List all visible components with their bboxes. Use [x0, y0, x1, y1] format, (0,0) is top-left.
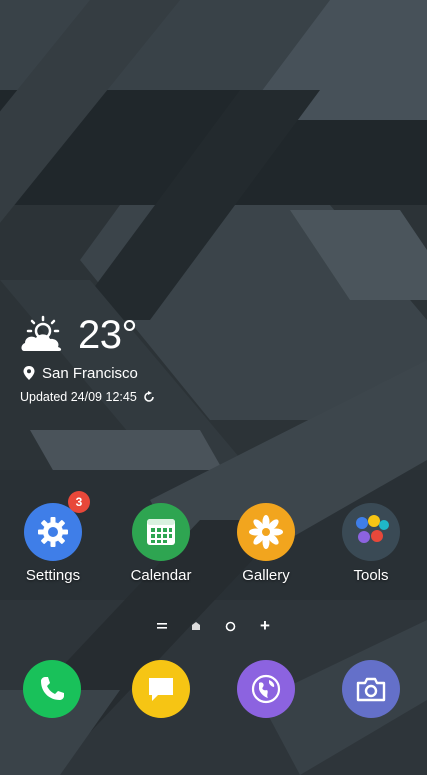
page-dot-icon[interactable] [225, 621, 236, 632]
calendar-app[interactable]: Calendar [116, 503, 206, 584]
camera-body-icon [356, 677, 386, 702]
settings-icon[interactable]: 3 [24, 491, 90, 561]
handset-icon [41, 677, 64, 700]
chat-bubble-icon [149, 678, 173, 701]
globe-icon [251, 674, 281, 704]
messages-icon[interactable] [132, 660, 190, 718]
gallery-app[interactable]: Gallery [221, 503, 311, 584]
location-name: San Francisco [42, 364, 138, 382]
gear-icon [38, 517, 68, 547]
phone-app[interactable] [7, 660, 97, 718]
internet-app[interactable] [221, 660, 311, 718]
internet-icon[interactable] [237, 660, 295, 718]
calendar-grid-icon [147, 519, 175, 545]
calendar-icon[interactable] [132, 503, 190, 561]
tools-folder-icon[interactable] [342, 503, 400, 561]
gallery-label: Gallery [242, 567, 290, 584]
gallery-icon[interactable] [237, 503, 295, 561]
tools-label: Tools [353, 567, 389, 584]
messages-app[interactable] [116, 660, 206, 718]
app-folder-icon [356, 515, 389, 543]
add-page-icon[interactable]: + [260, 617, 270, 634]
phone-icon[interactable] [23, 660, 81, 718]
settings-label: Settings [25, 567, 81, 584]
calendar-label: Calendar [130, 567, 192, 584]
location-pin-icon [23, 366, 35, 380]
menu-lines-icon[interactable] [157, 622, 168, 630]
temperature: 23° [78, 313, 138, 357]
page-indicator[interactable]: + [0, 617, 427, 634]
home-page-dot-icon[interactable] [191, 621, 201, 631]
updated-time: Updated 24/09 12:45 [20, 390, 137, 404]
camera-icon[interactable] [342, 660, 400, 718]
notification-badge: 3 [68, 491, 90, 513]
partly-sunny-icon [21, 315, 62, 351]
weather-widget[interactable]: 23° San Francisco Updated 24/09 12:45 [20, 308, 250, 410]
flower-icon [249, 515, 283, 549]
tools-folder[interactable]: Tools [326, 503, 416, 584]
camera-app[interactable] [326, 660, 416, 718]
refresh-icon[interactable] [143, 391, 155, 403]
settings-app[interactable]: 3 Settings [8, 491, 98, 584]
